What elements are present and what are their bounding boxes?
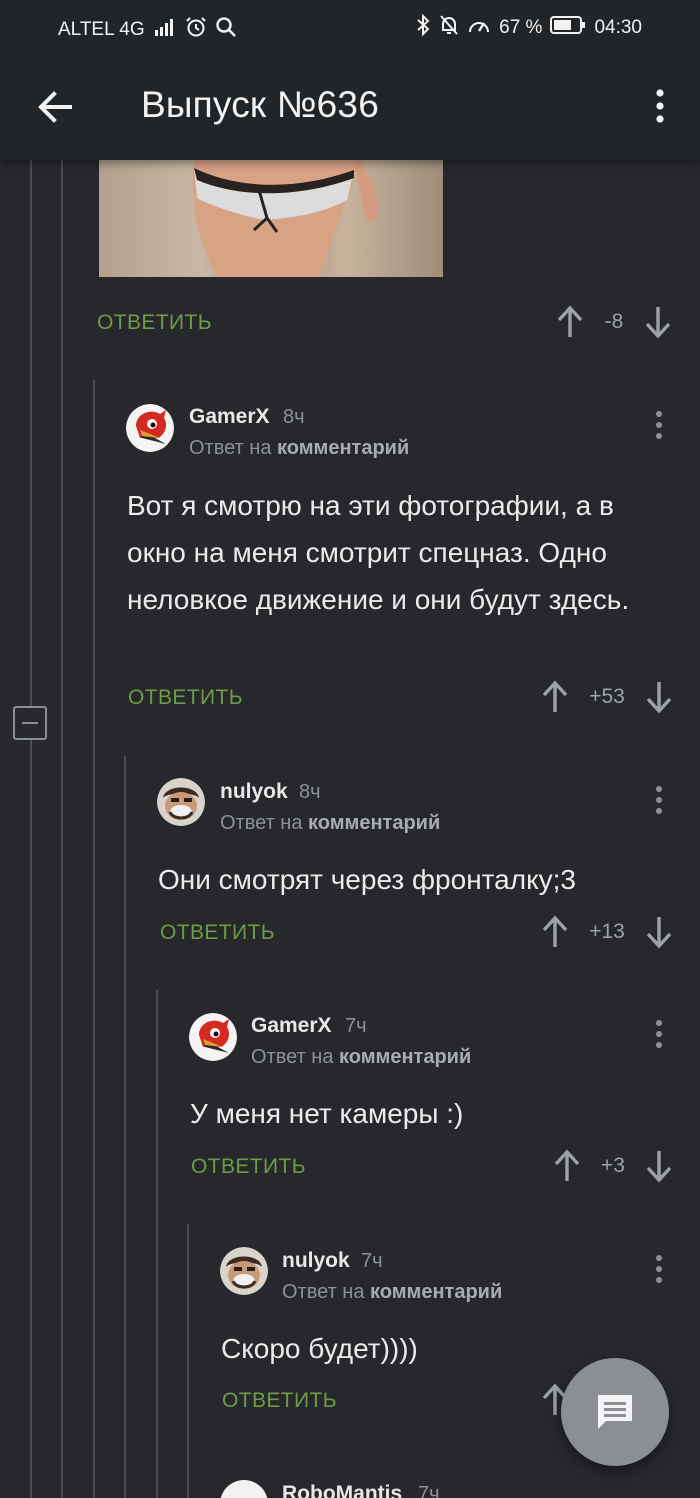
more-vert-icon	[656, 411, 662, 439]
reply-button[interactable]: ОТВЕТИТЬ	[97, 311, 212, 335]
app-bar: Выпуск №636	[0, 56, 700, 160]
arrow-up-icon	[554, 1149, 580, 1181]
arrow-up-icon	[542, 915, 568, 947]
comment-author[interactable]: nulyok	[220, 780, 288, 804]
more-vert-icon	[656, 1255, 662, 1283]
reply-to-prefix: Ответ на	[220, 812, 303, 834]
upvote-button[interactable]	[541, 680, 569, 714]
reply-to-link[interactable]: комментарий	[308, 812, 440, 834]
page-title: Выпуск №636	[141, 84, 379, 125]
battery-icon	[550, 15, 586, 41]
downvote-button[interactable]	[645, 915, 673, 949]
thread-line	[93, 380, 95, 1498]
vote-controls: -8	[556, 305, 672, 339]
vote-controls: +53	[541, 680, 673, 714]
thread-line	[156, 990, 158, 1498]
comment-text: У меня нет камеры :)	[190, 1098, 464, 1129]
bluetooth-icon	[415, 13, 431, 42]
avatar[interactable]	[126, 404, 174, 452]
more-vert-icon	[656, 786, 662, 814]
arrow-up-icon	[542, 680, 568, 712]
comment-time: 7ч	[418, 1483, 440, 1498]
comment-photo[interactable]	[99, 160, 443, 277]
comment-menu-button[interactable]	[652, 408, 666, 442]
comment-time: 7ч	[345, 1015, 367, 1037]
reply-to-link[interactable]: комментарий	[277, 437, 409, 459]
upvote-button[interactable]	[541, 915, 569, 949]
downvote-button[interactable]	[644, 305, 672, 339]
comment-rating: +3	[601, 1154, 625, 1177]
comment-thread: ОТВЕТИТЬ -8 GamerX 8ч Ответ на комментар…	[0, 160, 700, 1498]
status-right: 67 % 04:30	[415, 13, 642, 42]
comment-time: 8ч	[283, 406, 305, 428]
battery-percent: 67 %	[499, 17, 543, 38]
arrow-down-icon	[646, 917, 672, 949]
avatar[interactable]	[189, 1013, 237, 1061]
clock: 04:30	[594, 17, 642, 38]
more-vert-icon	[656, 89, 664, 123]
reply-button[interactable]: ОТВЕТИТЬ	[128, 686, 243, 710]
comment-text: Вот я смотрю на эти фотографии, а в окно…	[127, 490, 630, 615]
arrow-down-icon	[646, 1151, 672, 1183]
thread-line	[124, 756, 126, 1498]
comment-rating: +13	[589, 920, 625, 943]
arrow-left-icon	[38, 91, 72, 123]
more-menu-button[interactable]	[646, 86, 674, 126]
vote-controls: +3	[553, 1149, 673, 1183]
upvote-button[interactable]	[556, 305, 584, 339]
mute-bell-icon	[439, 14, 459, 42]
comment-rating: +53	[589, 685, 625, 708]
arrow-up-icon	[557, 305, 583, 337]
back-button[interactable]	[34, 86, 76, 128]
reply-to-prefix: Ответ на	[282, 1281, 365, 1303]
comment-author[interactable]: GamerX	[251, 1014, 332, 1038]
reply-to-prefix: Ответ на	[189, 437, 272, 459]
comment-text: Они смотрят через фронталку;3	[158, 864, 577, 895]
status-bar: ALTEL 4G 67 % 04:30	[0, 0, 700, 56]
comment-author[interactable]: GamerX	[189, 405, 270, 429]
status-left: ALTEL 4G	[58, 16, 237, 44]
add-comment-button[interactable]	[561, 1358, 669, 1466]
reply-to-prefix: Ответ на	[251, 1046, 334, 1068]
search-icon	[215, 16, 237, 44]
avatar[interactable]	[220, 1247, 268, 1295]
arrow-down-icon	[646, 682, 672, 714]
comment-text: Скоро будет))))	[221, 1333, 418, 1364]
downvote-button[interactable]	[645, 1149, 673, 1183]
reply-button[interactable]: ОТВЕТИТЬ	[160, 921, 275, 945]
comment-rating: -8	[604, 310, 624, 333]
comment-menu-button[interactable]	[652, 1252, 666, 1286]
reply-to-link[interactable]: комментарий	[339, 1046, 471, 1068]
comment-icon	[598, 1395, 632, 1429]
collapse-thread-button[interactable]	[13, 706, 47, 740]
more-vert-icon	[656, 1020, 662, 1048]
reply-to-label[interactable]: Ответ на комментарий	[220, 812, 440, 835]
reply-to-link[interactable]: комментарий	[370, 1281, 502, 1303]
comment-menu-button[interactable]	[652, 783, 666, 817]
signal-icon	[153, 17, 177, 43]
carrier-label: ALTEL 4G	[58, 19, 145, 40]
comment-menu-button[interactable]	[652, 1017, 666, 1051]
alarm-icon	[185, 16, 207, 44]
reply-to-label[interactable]: Ответ на комментарий	[189, 437, 409, 460]
comment-time: 8ч	[299, 781, 321, 803]
reply-button[interactable]: ОТВЕТИТЬ	[191, 1155, 306, 1179]
upvote-button[interactable]	[553, 1149, 581, 1183]
avatar[interactable]	[220, 1480, 268, 1498]
speed-icon	[467, 14, 491, 42]
thread-line	[61, 160, 63, 1498]
reply-to-label[interactable]: Ответ на комментарий	[251, 1046, 471, 1069]
reply-to-label[interactable]: Ответ на комментарий	[282, 1281, 502, 1304]
reply-button[interactable]: ОТВЕТИТЬ	[222, 1389, 337, 1413]
avatar[interactable]	[157, 778, 205, 826]
arrow-down-icon	[645, 307, 671, 339]
downvote-button[interactable]	[645, 680, 673, 714]
thread-line	[30, 160, 32, 1498]
comment-author[interactable]: RoboMantis	[282, 1482, 402, 1498]
thread-line	[187, 1224, 189, 1498]
vote-controls: +13	[541, 915, 673, 949]
comment-author[interactable]: nulyok	[282, 1249, 350, 1273]
comment-time: 7ч	[361, 1250, 383, 1272]
